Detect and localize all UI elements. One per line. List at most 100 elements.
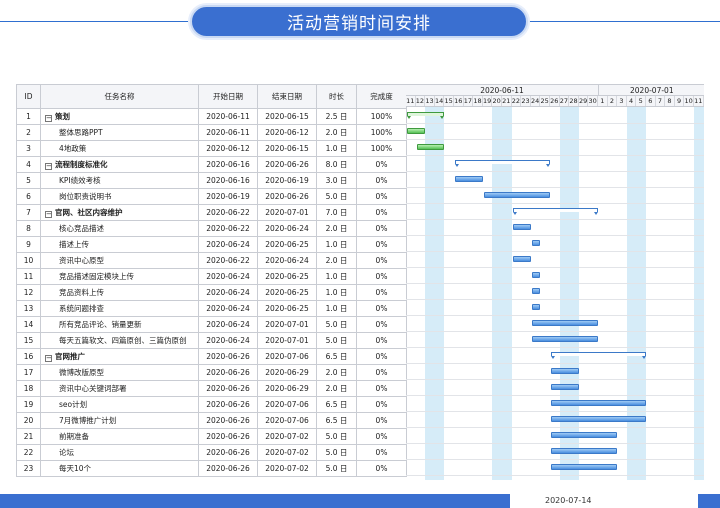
- task-bar[interactable]: [407, 128, 426, 134]
- task-row[interactable]: 15 每天五篇软文、四篇原创、三篇伪原创 2020-06-24 2020-07-01 5…: [16, 332, 407, 349]
- task-row[interactable]: 5 KPI绩效考核 2020-06-16 2020-06-19 3.0 日 0%: [16, 172, 407, 189]
- task-bar[interactable]: [531, 320, 598, 326]
- task-duration-cell: 5.0 日: [316, 428, 357, 445]
- task-end-date-cell: 2020-06-29: [257, 364, 317, 381]
- task-row[interactable]: 11 竞品描述固定模块上传 2020-06-24 2020-06-25 1.0 日 0%: [16, 268, 407, 285]
- task-bar[interactable]: [512, 224, 531, 230]
- task-end-date: 2020-06-19: [265, 176, 309, 185]
- task-row[interactable]: 23 每天10个 2020-06-26 2020-07-02 5.0 日 0%: [16, 460, 407, 477]
- task-id-cell: 7: [16, 204, 41, 221]
- task-name: KPI绩效考核: [59, 176, 101, 185]
- task-id-cell: 16: [16, 348, 41, 365]
- summary-bar[interactable]: [551, 352, 646, 359]
- task-progress-cell: 100%: [356, 124, 407, 141]
- task-progress: 0%: [375, 160, 388, 169]
- task-bar[interactable]: [551, 416, 646, 422]
- task-duration-cell: 2.0 日: [316, 252, 357, 269]
- task-name-cell: 资讯中心原型: [40, 252, 199, 269]
- task-start-date-cell: 2020-06-24: [198, 332, 258, 349]
- task-row[interactable]: 19 seo计划 2020-06-26 2020-07-06 6.5 日 0%: [16, 396, 407, 413]
- task-bar[interactable]: [531, 272, 541, 278]
- day-label: 2: [608, 96, 618, 106]
- task-row[interactable]: 21 前期准备 2020-06-26 2020-07-02 5.0 日 0%: [16, 428, 407, 445]
- weekend-shade: [694, 107, 704, 480]
- collapse-toggle-icon[interactable]: −: [45, 211, 52, 218]
- task-bar[interactable]: [531, 240, 541, 246]
- collapse-toggle-icon[interactable]: −: [45, 163, 52, 170]
- row-gridline: [406, 475, 704, 476]
- task-name: 每天五篇软文、四篇原创、三篇伪原创: [59, 336, 187, 345]
- task-name: 微博改版原型: [59, 368, 104, 377]
- task-bar[interactable]: [551, 448, 618, 454]
- footer-date: 2020-07-14: [545, 496, 592, 505]
- task-name-cell: − 流程制度标准化: [40, 156, 199, 173]
- task-bar[interactable]: [531, 304, 541, 310]
- task-duration: 7.0 日: [325, 208, 348, 217]
- weekend-shade: [569, 107, 579, 480]
- task-bar[interactable]: [531, 336, 598, 342]
- task-bar[interactable]: [551, 384, 579, 390]
- task-row[interactable]: 8 核心竞品描述 2020-06-22 2020-06-24 2.0 日 0%: [16, 220, 407, 237]
- task-row[interactable]: 7 − 官网、社区内容维护 2020-06-22 2020-07-01 7.0 日 0%: [16, 204, 407, 221]
- task-bar[interactable]: [531, 288, 541, 294]
- task-bar[interactable]: [551, 400, 646, 406]
- task-start-date: 2020-06-16: [206, 176, 250, 185]
- task-row[interactable]: 4 − 流程制度标准化 2020-06-16 2020-06-26 8.0 日 0%: [16, 156, 407, 173]
- task-start-date: 2020-06-11: [206, 112, 250, 121]
- task-row[interactable]: 12 竞品资料上传 2020-06-24 2020-06-25 1.0 日 0%: [16, 284, 407, 301]
- task-name-cell: 所有竞品评论、销量更新: [40, 316, 199, 333]
- task-id: 7: [26, 208, 31, 217]
- collapse-toggle-icon[interactable]: −: [45, 115, 52, 122]
- task-row[interactable]: 2 整体思路PPT 2020-06-11 2020-06-12 2.0 日 100%: [16, 124, 407, 141]
- summary-bar[interactable]: [512, 208, 599, 215]
- task-row[interactable]: 10 资讯中心原型 2020-06-22 2020-06-24 2.0 日 0%: [16, 252, 407, 269]
- col-header-start: 开始日期: [198, 84, 258, 109]
- summary-bar[interactable]: [455, 160, 550, 167]
- task-duration-cell: 5.0 日: [316, 444, 357, 461]
- task-duration: 2.0 日: [325, 368, 348, 377]
- task-row[interactable]: 13 系统问题排查 2020-06-24 2020-06-25 1.0 日 0%: [16, 300, 407, 317]
- task-row[interactable]: 17 微博改版原型 2020-06-26 2020-06-29 2.0 日 0%: [16, 364, 407, 381]
- task-id: 11: [23, 272, 34, 281]
- task-bar[interactable]: [551, 464, 618, 470]
- task-name: 每天10个: [59, 464, 92, 473]
- task-row[interactable]: 6 岗位职责说明书 2020-06-19 2020-06-26 5.0 日 0%: [16, 188, 407, 205]
- task-duration: 1.0 日: [325, 288, 348, 297]
- task-bar[interactable]: [551, 432, 618, 438]
- task-id: 14: [23, 320, 34, 329]
- task-row[interactable]: 9 描述上传 2020-06-24 2020-06-25 1.0 日 0%: [16, 236, 407, 253]
- day-label: 22: [511, 96, 522, 106]
- task-row[interactable]: 22 论坛 2020-06-26 2020-07-02 5.0 日 0%: [16, 444, 407, 461]
- row-gridline: [406, 379, 704, 380]
- task-start-date-cell: 2020-06-24: [198, 300, 258, 317]
- task-id-cell: 23: [16, 460, 41, 477]
- task-end-date: 2020-06-25: [265, 240, 309, 249]
- task-row[interactable]: 16 − 官网推广 2020-06-26 2020-07-06 6.5 日 0%: [16, 348, 407, 365]
- task-bar[interactable]: [483, 192, 550, 198]
- task-row[interactable]: 3 4地政策 2020-06-12 2020-06-15 1.0 日 100%: [16, 140, 407, 157]
- task-bar[interactable]: [416, 144, 445, 150]
- summary-bar[interactable]: [407, 112, 445, 119]
- task-bar[interactable]: [551, 368, 579, 374]
- task-start-date: 2020-06-24: [206, 272, 250, 281]
- collapse-toggle-icon[interactable]: −: [45, 355, 52, 362]
- weekend-shade: [636, 107, 646, 480]
- task-bar[interactable]: [455, 176, 483, 182]
- task-row[interactable]: 1 − 策划 2020-06-11 2020-06-15 2.5 日 100%: [16, 108, 407, 125]
- task-end-date: 2020-07-01: [265, 208, 309, 217]
- task-id-cell: 22: [16, 444, 41, 461]
- task-row[interactable]: 20 7月微博推广计划 2020-06-26 2020-07-06 6.5 日 0%: [16, 412, 407, 429]
- task-progress-cell: 0%: [356, 300, 407, 317]
- task-row[interactable]: 18 资讯中心关键词部署 2020-06-26 2020-06-29 2.0 日 0%: [16, 380, 407, 397]
- task-duration-cell: 5.0 日: [316, 460, 357, 477]
- task-duration: 6.5 日: [325, 400, 348, 409]
- task-row[interactable]: 14 所有竞品评论、销量更新 2020-06-24 2020-07-01 5.0 日 0%: [16, 316, 407, 333]
- task-progress: 0%: [375, 432, 388, 441]
- day-label: 20: [492, 96, 502, 106]
- month-label: 2020-07-01: [598, 85, 704, 96]
- task-bar[interactable]: [512, 256, 531, 262]
- day-label: 11: [406, 96, 416, 106]
- task-start-date-cell: 2020-06-12: [198, 140, 258, 157]
- task-progress-cell: 0%: [356, 220, 407, 237]
- task-id: 21: [23, 432, 34, 441]
